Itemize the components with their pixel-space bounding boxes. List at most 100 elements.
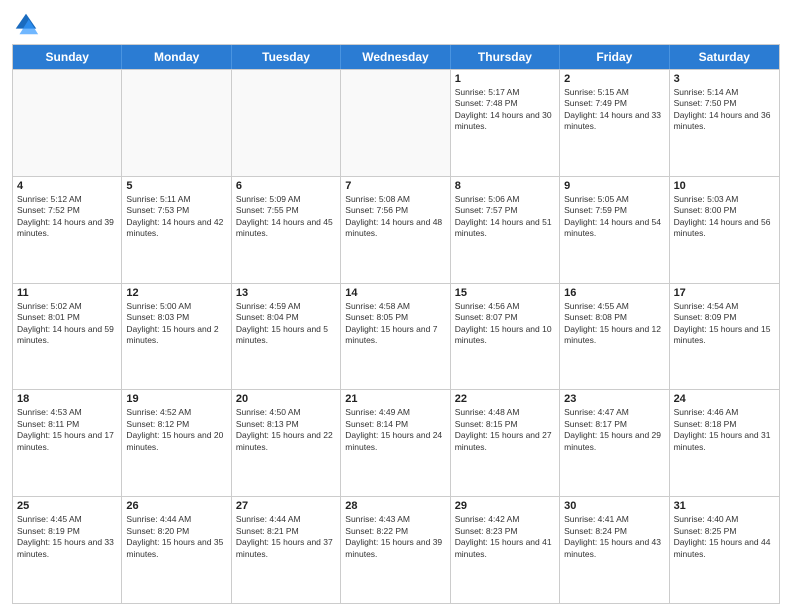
calendar-cell [122, 70, 231, 176]
cell-info: Sunrise: 4:44 AM Sunset: 8:20 PM Dayligh… [126, 514, 226, 560]
calendar-cell: 16 Sunrise: 4:55 AM Sunset: 8:08 PM Dayli… [560, 284, 669, 390]
calendar-cell: 19 Sunrise: 4:52 AM Sunset: 8:12 PM Dayli… [122, 390, 231, 496]
day-number: 16 [564, 287, 664, 299]
cell-info: Sunrise: 4:44 AM Sunset: 8:21 PM Dayligh… [236, 514, 336, 560]
day-number: 21 [345, 393, 445, 405]
cell-info: Sunrise: 4:48 AM Sunset: 8:15 PM Dayligh… [455, 407, 555, 453]
calendar: SundayMondayTuesdayWednesdayThursdayFrid… [12, 44, 780, 604]
calendar-cell: 11 Sunrise: 5:02 AM Sunset: 8:01 PM Dayli… [13, 284, 122, 390]
day-number: 2 [564, 73, 664, 85]
calendar-row: 25Sunrise: 4:45 AM Sunset: 8:19 PM Dayli… [13, 496, 779, 603]
day-number: 22 [455, 393, 555, 405]
header [12, 10, 780, 38]
cell-info: Sunrise: 5:08 AM Sunset: 7:56 PM Dayligh… [345, 194, 445, 240]
cell-info: Sunrise: 4:41 AM Sunset: 8:24 PM Dayligh… [564, 514, 664, 560]
cell-info: Sunrise: 4:46 AM Sunset: 8:18 PM Dayligh… [674, 407, 775, 453]
calendar-cell [232, 70, 341, 176]
cell-info: Sunrise: 4:43 AM Sunset: 8:22 PM Dayligh… [345, 514, 445, 560]
cell-info: Sunrise: 4:42 AM Sunset: 8:23 PM Dayligh… [455, 514, 555, 560]
calendar-row: 1 Sunrise: 5:17 AM Sunset: 7:48 PM Daylig… [13, 69, 779, 176]
calendar-cell: 22 Sunrise: 4:48 AM Sunset: 8:15 PM Dayli… [451, 390, 560, 496]
calendar-cell: 3 Sunrise: 5:14 AM Sunset: 7:50 PM Daylig… [670, 70, 779, 176]
logo [12, 10, 42, 38]
calendar-cell: 25Sunrise: 4:45 AM Sunset: 8:19 PM Dayli… [13, 497, 122, 603]
day-number: 5 [126, 180, 226, 192]
calendar-header-row: SundayMondayTuesdayWednesdayThursdayFrid… [13, 45, 779, 69]
calendar-row: 4Sunrise: 5:12 AM Sunset: 7:52 PM Daylig… [13, 176, 779, 283]
calendar-header-cell: Sunday [13, 45, 122, 69]
calendar-cell: 7Sunrise: 5:08 AM Sunset: 7:56 PM Daylig… [341, 177, 450, 283]
cell-info: Sunrise: 5:11 AM Sunset: 7:53 PM Dayligh… [126, 194, 226, 240]
day-number: 29 [455, 500, 555, 512]
day-number: 10 [674, 180, 775, 192]
calendar-cell: 2 Sunrise: 5:15 AM Sunset: 7:49 PM Daylig… [560, 70, 669, 176]
day-number: 25 [17, 500, 117, 512]
day-number: 24 [674, 393, 775, 405]
cell-info: Sunrise: 4:54 AM Sunset: 8:09 PM Dayligh… [674, 301, 775, 347]
calendar-cell: 12 Sunrise: 5:00 AM Sunset: 8:03 PM Dayli… [122, 284, 231, 390]
cell-info: Sunrise: 5:00 AM Sunset: 8:03 PM Dayligh… [126, 301, 226, 347]
day-number: 20 [236, 393, 336, 405]
calendar-cell: 4Sunrise: 5:12 AM Sunset: 7:52 PM Daylig… [13, 177, 122, 283]
day-number: 1 [455, 73, 555, 85]
cell-info: Sunrise: 5:12 AM Sunset: 7:52 PM Dayligh… [17, 194, 117, 240]
cell-info: Sunrise: 4:55 AM Sunset: 8:08 PM Dayligh… [564, 301, 664, 347]
cell-info: Sunrise: 4:47 AM Sunset: 8:17 PM Dayligh… [564, 407, 664, 453]
calendar-header-cell: Saturday [670, 45, 779, 69]
calendar-cell: 29 Sunrise: 4:42 AM Sunset: 8:23 PM Dayli… [451, 497, 560, 603]
cell-info: Sunrise: 4:53 AM Sunset: 8:11 PM Dayligh… [17, 407, 117, 453]
cell-info: Sunrise: 4:52 AM Sunset: 8:12 PM Dayligh… [126, 407, 226, 453]
cell-info: Sunrise: 5:02 AM Sunset: 8:01 PM Dayligh… [17, 301, 117, 347]
calendar-cell: 27Sunrise: 4:44 AM Sunset: 8:21 PM Dayli… [232, 497, 341, 603]
day-number: 23 [564, 393, 664, 405]
day-number: 17 [674, 287, 775, 299]
day-number: 26 [126, 500, 226, 512]
day-number: 8 [455, 180, 555, 192]
calendar-cell: 30 Sunrise: 4:41 AM Sunset: 8:24 PM Dayli… [560, 497, 669, 603]
calendar-body: 1 Sunrise: 5:17 AM Sunset: 7:48 PM Daylig… [13, 69, 779, 603]
cell-info: Sunrise: 5:14 AM Sunset: 7:50 PM Dayligh… [674, 87, 775, 133]
cell-info: Sunrise: 4:40 AM Sunset: 8:25 PM Dayligh… [674, 514, 775, 560]
cell-info: Sunrise: 5:06 AM Sunset: 7:57 PM Dayligh… [455, 194, 555, 240]
calendar-cell: 23 Sunrise: 4:47 AM Sunset: 8:17 PM Dayli… [560, 390, 669, 496]
calendar-header-cell: Wednesday [341, 45, 450, 69]
day-number: 31 [674, 500, 775, 512]
calendar-header-cell: Monday [122, 45, 231, 69]
calendar-cell: 18 Sunrise: 4:53 AM Sunset: 8:11 PM Dayli… [13, 390, 122, 496]
day-number: 12 [126, 287, 226, 299]
calendar-cell: 6Sunrise: 5:09 AM Sunset: 7:55 PM Daylig… [232, 177, 341, 283]
cell-info: Sunrise: 4:50 AM Sunset: 8:13 PM Dayligh… [236, 407, 336, 453]
calendar-cell: 24 Sunrise: 4:46 AM Sunset: 8:18 PM Dayli… [670, 390, 779, 496]
day-number: 18 [17, 393, 117, 405]
day-number: 14 [345, 287, 445, 299]
day-number: 28 [345, 500, 445, 512]
day-number: 13 [236, 287, 336, 299]
cell-info: Sunrise: 5:03 AM Sunset: 8:00 PM Dayligh… [674, 194, 775, 240]
calendar-cell: 20 Sunrise: 4:50 AM Sunset: 8:13 PM Dayli… [232, 390, 341, 496]
day-number: 11 [17, 287, 117, 299]
day-number: 19 [126, 393, 226, 405]
page: SundayMondayTuesdayWednesdayThursdayFrid… [0, 0, 792, 612]
cell-info: Sunrise: 4:59 AM Sunset: 8:04 PM Dayligh… [236, 301, 336, 347]
calendar-cell: 1 Sunrise: 5:17 AM Sunset: 7:48 PM Daylig… [451, 70, 560, 176]
cell-info: Sunrise: 5:17 AM Sunset: 7:48 PM Dayligh… [455, 87, 555, 133]
calendar-cell [13, 70, 122, 176]
day-number: 30 [564, 500, 664, 512]
calendar-cell: 28 Sunrise: 4:43 AM Sunset: 8:22 PM Dayli… [341, 497, 450, 603]
calendar-cell: 8 Sunrise: 5:06 AM Sunset: 7:57 PM Daylig… [451, 177, 560, 283]
calendar-cell: 10 Sunrise: 5:03 AM Sunset: 8:00 PM Dayli… [670, 177, 779, 283]
calendar-cell: 5 Sunrise: 5:11 AM Sunset: 7:53 PM Daylig… [122, 177, 231, 283]
cell-info: Sunrise: 4:58 AM Sunset: 8:05 PM Dayligh… [345, 301, 445, 347]
calendar-cell: 13 Sunrise: 4:59 AM Sunset: 8:04 PM Dayli… [232, 284, 341, 390]
calendar-header-cell: Tuesday [232, 45, 341, 69]
cell-info: Sunrise: 5:15 AM Sunset: 7:49 PM Dayligh… [564, 87, 664, 133]
calendar-header-cell: Thursday [451, 45, 560, 69]
calendar-cell: 14 Sunrise: 4:58 AM Sunset: 8:05 PM Dayli… [341, 284, 450, 390]
cell-info: Sunrise: 5:05 AM Sunset: 7:59 PM Dayligh… [564, 194, 664, 240]
calendar-cell: 17 Sunrise: 4:54 AM Sunset: 8:09 PM Dayli… [670, 284, 779, 390]
day-number: 9 [564, 180, 664, 192]
calendar-header-cell: Friday [560, 45, 669, 69]
day-number: 3 [674, 73, 775, 85]
calendar-row: 18 Sunrise: 4:53 AM Sunset: 8:11 PM Dayli… [13, 389, 779, 496]
cell-info: Sunrise: 4:56 AM Sunset: 8:07 PM Dayligh… [455, 301, 555, 347]
